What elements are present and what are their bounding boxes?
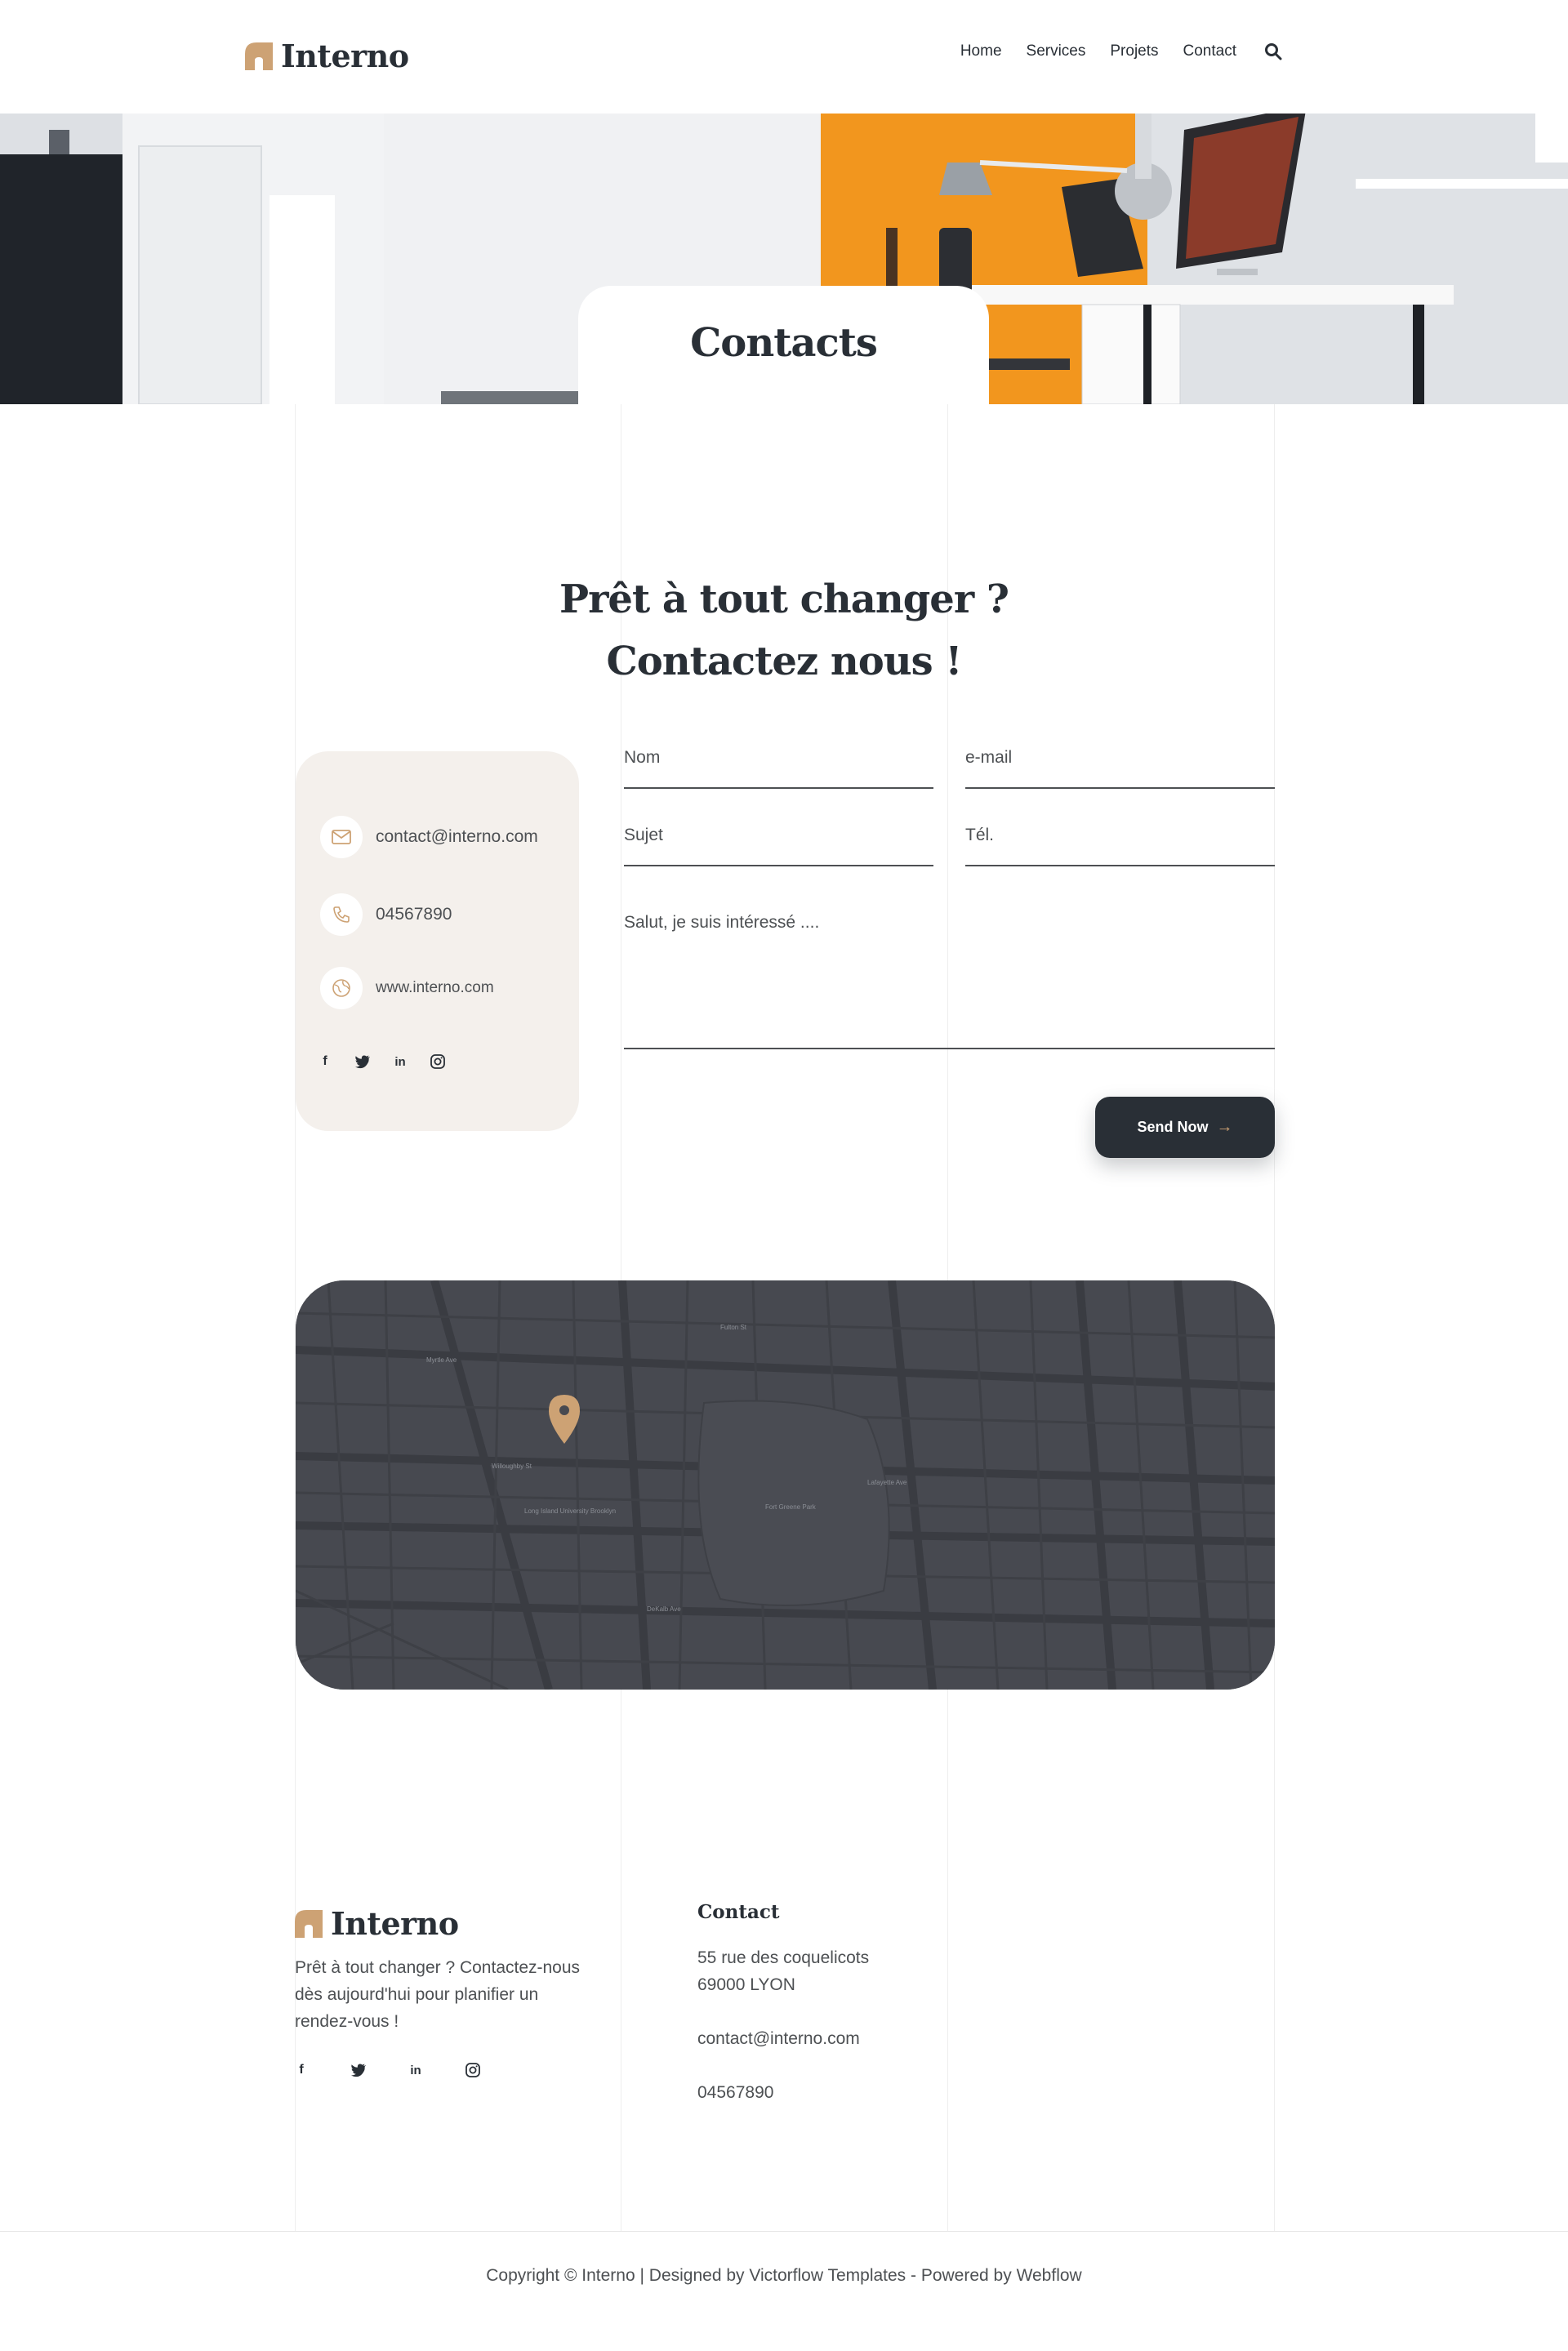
instagram-icon[interactable]: [465, 2062, 481, 2078]
message-field: [624, 913, 1275, 1049]
phone-field: [965, 826, 1275, 866]
hero-title-card: Contacts: [578, 286, 989, 404]
nav-services[interactable]: Services: [1027, 42, 1086, 60]
footer-address-line2: 69000 LYON: [697, 1975, 795, 1994]
contact-phone[interactable]: 04567890: [376, 905, 452, 924]
name-field: [624, 748, 933, 789]
arrow-right-icon: →: [1216, 1118, 1233, 1136]
footer-description: Prêt à tout changer ? Contactez-nous dès…: [295, 1958, 581, 2031]
footer-logo[interactable]: Interno: [295, 1905, 459, 1942]
map-street-label: Lafayette Ave: [867, 1479, 907, 1486]
linkedin-icon[interactable]: in: [392, 1053, 408, 1070]
contact-heading: Prêt à tout changer ? Contactez nous !: [457, 568, 1111, 692]
linkedin-icon[interactable]: in: [408, 2062, 424, 2078]
map-street-label: DeKalb Ave: [647, 1605, 681, 1613]
location-map[interactable]: Myrtle Ave Willoughby St DeKalb Ave Long…: [296, 1280, 1275, 1690]
nav-home[interactable]: Home: [960, 42, 1002, 60]
copyright-text: Copyright © Interno | Designed by Victor…: [486, 2266, 1082, 2285]
contact-heading-line2: Contactez nous !: [606, 639, 963, 684]
info-social-links: f in: [317, 1053, 446, 1070]
contact-email-row[interactable]: contact@interno.com: [320, 816, 538, 858]
message-textarea[interactable]: [624, 913, 1275, 1048]
footer-address-line1: 55 rue des coquelicots: [697, 1948, 870, 1967]
logo-text: Interno: [281, 38, 409, 74]
subject-field: [624, 826, 933, 866]
send-now-label: Send Now: [1137, 1119, 1209, 1135]
map-street-label: Myrtle Ave: [426, 1356, 457, 1364]
logo-mark-icon: [245, 42, 273, 70]
mail-icon: [320, 816, 363, 858]
contact-email[interactable]: contact@interno.com: [376, 827, 538, 847]
nav-contact[interactable]: Contact: [1183, 42, 1236, 60]
map-poi-label: Fort Greene Park: [765, 1503, 817, 1511]
contact-phone-row[interactable]: 04567890: [320, 893, 452, 936]
logo[interactable]: Interno: [245, 38, 409, 74]
map-street-label: Willoughby St: [492, 1463, 532, 1470]
footer-phone[interactable]: 04567890: [697, 2083, 773, 2103]
site-header: Interno Home Services Projets Contact: [0, 0, 1568, 114]
map-poi-label: Long Island University Brooklyn: [524, 1507, 616, 1515]
send-now-button[interactable]: Send Now →: [1095, 1097, 1275, 1158]
footer-email[interactable]: contact@interno.com: [697, 2029, 860, 2049]
phone-input[interactable]: [965, 826, 1275, 845]
twitter-icon[interactable]: [350, 2062, 367, 2078]
contact-heading-line1: Prêt à tout changer ?: [559, 577, 1009, 622]
contact-website[interactable]: www.interno.com: [376, 979, 494, 997]
twitter-icon[interactable]: [354, 1053, 371, 1070]
email-field: [965, 748, 1275, 789]
instagram-icon[interactable]: [430, 1053, 446, 1070]
map-street-label: Fulton St: [720, 1324, 747, 1331]
page-title: Contacts: [690, 320, 878, 366]
phone-icon: [320, 893, 363, 936]
nav-projets[interactable]: Projets: [1110, 42, 1158, 60]
subject-input[interactable]: [624, 826, 933, 845]
contact-info-card: contact@interno.com 04567890 www.interno…: [296, 751, 579, 1131]
main-nav: Home Services Projets Contact: [960, 42, 1282, 60]
name-input[interactable]: [624, 748, 933, 768]
globe-icon: [320, 967, 363, 1009]
footer-contact-title: Contact: [697, 1901, 780, 1923]
facebook-icon[interactable]: f: [317, 1053, 333, 1070]
footer-bottom-bar: Copyright © Interno | Designed by Victor…: [0, 2231, 1568, 2351]
footer-social-links: f in: [293, 2062, 481, 2078]
search-icon[interactable]: [1264, 42, 1282, 60]
logo-mark-icon: [295, 1909, 323, 1938]
email-input[interactable]: [965, 748, 1275, 768]
facebook-icon[interactable]: f: [293, 2062, 310, 2078]
footer-logo-text: Interno: [331, 1905, 459, 1942]
contact-website-row[interactable]: www.interno.com: [320, 967, 494, 1009]
